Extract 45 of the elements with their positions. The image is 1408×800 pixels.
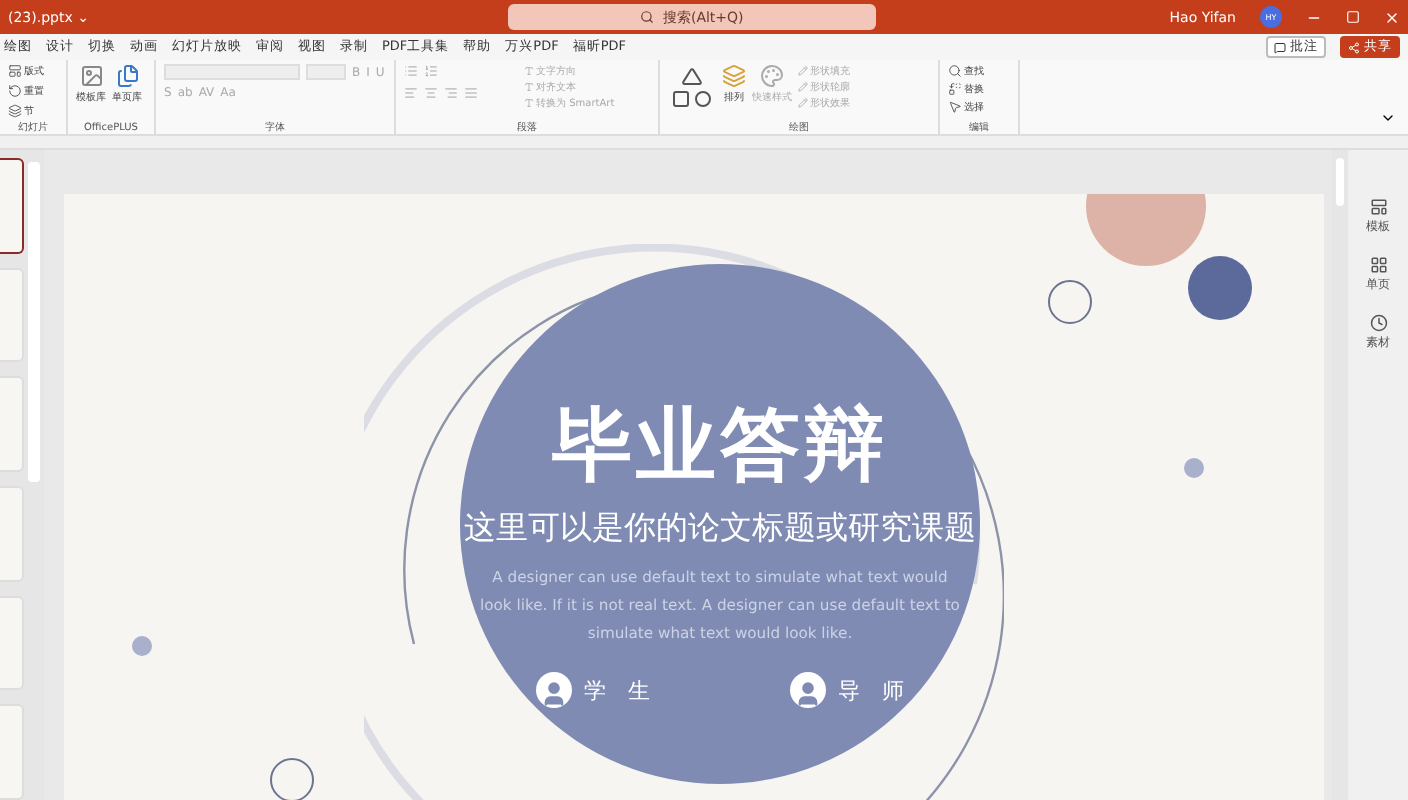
text-icon xyxy=(524,98,534,108)
comment-icon xyxy=(1274,41,1286,53)
decor-ring xyxy=(1048,280,1092,324)
decor-ring xyxy=(270,758,314,800)
command-icon xyxy=(948,100,962,114)
align-right-icon[interactable] xyxy=(444,86,458,100)
close-icon[interactable] xyxy=(1384,9,1400,25)
slide-title: 毕业答辩 xyxy=(552,398,888,496)
command-icon xyxy=(8,64,22,78)
numbering-icon[interactable] xyxy=(424,64,438,78)
align-left-icon[interactable] xyxy=(404,86,418,100)
command-icon xyxy=(8,84,22,98)
palette-icon xyxy=(760,64,784,88)
role-label: 导 师 xyxy=(838,675,904,705)
align-center-icon[interactable] xyxy=(424,86,438,100)
pencil-icon xyxy=(798,82,808,92)
pane-icon xyxy=(1369,256,1387,274)
user-icon xyxy=(540,680,568,708)
font-name-field[interactable] xyxy=(164,64,300,80)
collapse-ribbon-icon[interactable] xyxy=(1380,110,1396,126)
command-icon xyxy=(8,104,22,118)
decor-dot xyxy=(132,636,152,656)
slide-thumbnail[interactable] xyxy=(0,158,24,254)
command-icon xyxy=(948,64,962,78)
image-icon xyxy=(79,64,103,88)
bullets-icon[interactable] xyxy=(404,64,418,78)
shapes-gallery-icon[interactable] xyxy=(668,64,716,112)
pane-icon xyxy=(1369,198,1387,216)
maximize-icon[interactable] xyxy=(1346,10,1360,24)
slide-subtitle: 这里可以是你的论文标题或研究课题 xyxy=(464,508,976,550)
pencil-icon xyxy=(798,98,808,108)
justify-icon[interactable] xyxy=(464,86,478,100)
user-icon xyxy=(794,680,822,708)
search-icon xyxy=(640,10,655,24)
pages-icon xyxy=(115,64,139,88)
decor-dot xyxy=(1184,458,1204,478)
pane-icon xyxy=(1369,314,1387,332)
role-label: 学 生 xyxy=(584,675,650,705)
layers-icon xyxy=(722,64,746,88)
font-size-field[interactable] xyxy=(306,64,346,80)
scrollbar-thumb[interactable] xyxy=(28,162,40,482)
text-icon xyxy=(524,66,534,76)
share-icon xyxy=(1348,41,1360,53)
text-icon xyxy=(524,82,534,92)
pencil-icon xyxy=(798,66,808,76)
